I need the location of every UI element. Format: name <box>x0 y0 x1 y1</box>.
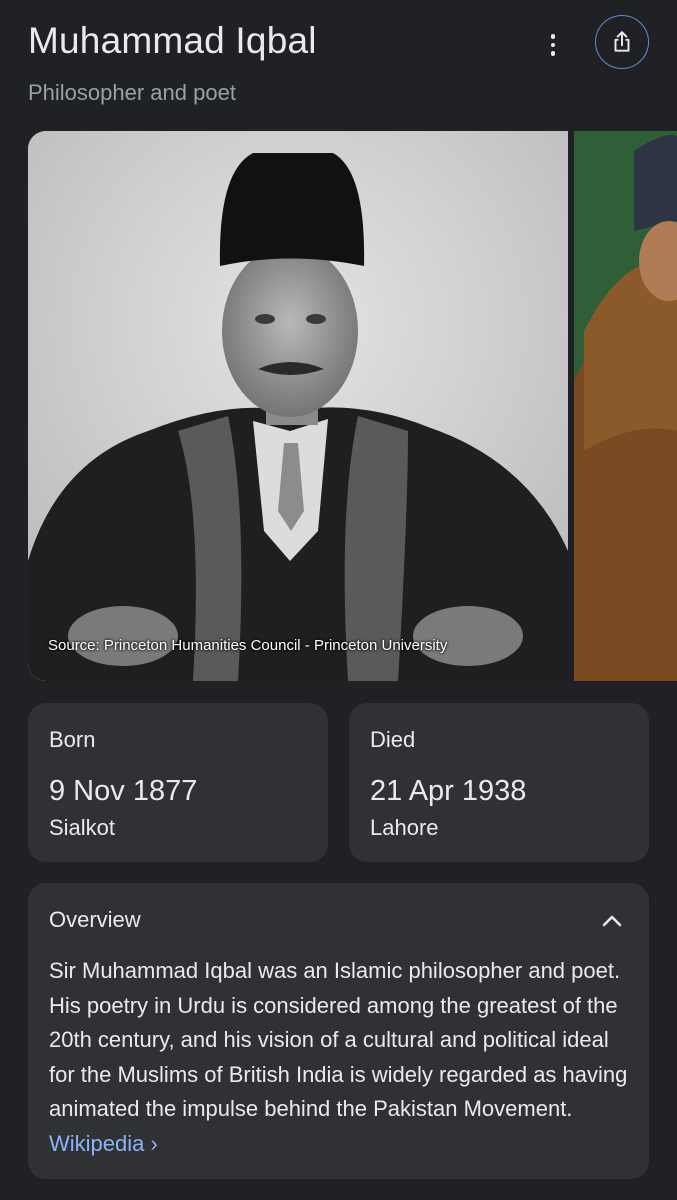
born-date: 9 Nov 1877 <box>49 775 198 807</box>
image-source-caption: Source: Princeton Humanities Council - P… <box>48 637 448 654</box>
entity-subtitle: Philosopher and poet <box>28 80 236 105</box>
portrait-photo[interactable]: Source: Princeton Humanities Council - P… <box>28 131 568 681</box>
overview-description: Sir Muhammad Iqbal was an Islamic philos… <box>49 954 639 1161</box>
wikipedia-link-label: Wikipedia <box>49 1130 145 1156</box>
image-gallery[interactable]: Source: Princeton Humanities Council - P… <box>28 131 677 681</box>
born-place[interactable]: Sialkot <box>49 815 115 841</box>
secondary-portrait-image <box>574 131 677 681</box>
portrait-image <box>28 131 568 681</box>
chevron-up-icon <box>602 915 622 927</box>
share-button[interactable] <box>595 15 649 69</box>
died-place[interactable]: Lahore <box>370 815 439 841</box>
died-card[interactable]: Died 21 Apr 1938 Lahore <box>349 703 649 862</box>
vertical-dots-icon <box>550 34 556 39</box>
collapse-button[interactable] <box>596 907 628 935</box>
entity-title: Muhammad Iqbal <box>28 20 317 61</box>
share-icon <box>614 31 630 52</box>
chevron-right-icon: › <box>150 1130 158 1156</box>
secondary-photo[interactable] <box>574 131 677 681</box>
born-label: Born <box>49 727 96 752</box>
died-date: 21 Apr 1938 <box>370 775 527 807</box>
overview-card: Overview Sir Muhammad Iqbal was an Islam… <box>28 883 649 1179</box>
born-card[interactable]: Born 9 Nov 1877 Sialkot <box>28 703 328 862</box>
died-label: Died <box>370 727 416 752</box>
wikipedia-link[interactable]: Wikipedia › <box>49 1131 158 1156</box>
more-options-button[interactable] <box>538 28 568 62</box>
overview-title: Overview <box>49 907 141 932</box>
overview-text: Sir Muhammad Iqbal was an Islamic philos… <box>49 958 628 1121</box>
